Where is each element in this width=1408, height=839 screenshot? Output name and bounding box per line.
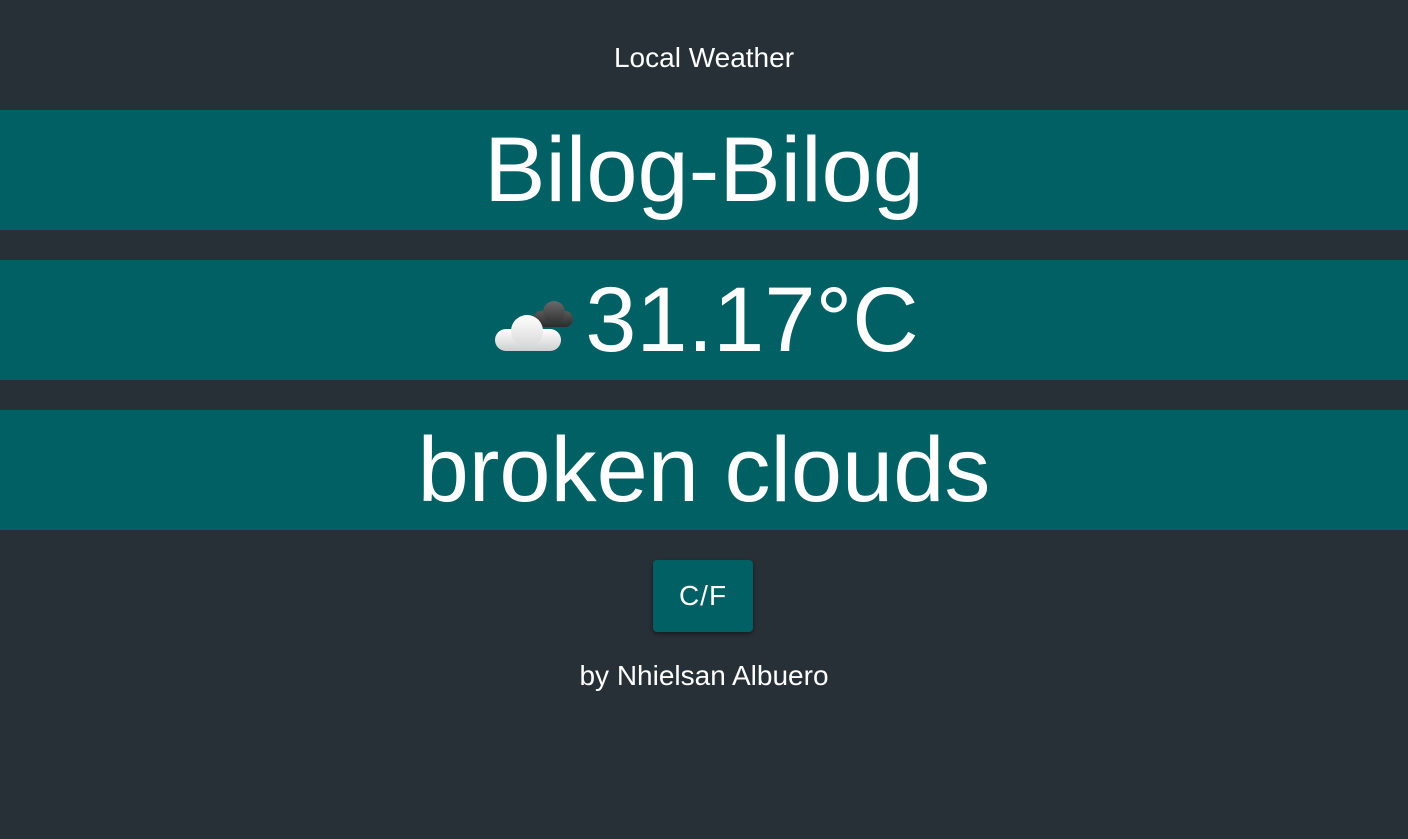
temperature-band: 31.17°C: [0, 260, 1408, 380]
broken-clouds-icon: [489, 295, 581, 355]
weather-description: broken clouds: [417, 419, 991, 521]
author-credit: by Nhielsan Albuero: [579, 660, 829, 691]
app-title: Local Weather: [613, 42, 795, 73]
weather-app: Local Weather Bilog-Bilog 31.17°C broken…: [0, 0, 1408, 839]
unit-toggle-button[interactable]: C/F: [653, 560, 753, 632]
description-band: broken clouds: [0, 410, 1408, 530]
city-band: Bilog-Bilog: [0, 110, 1408, 230]
city-name: Bilog-Bilog: [484, 119, 924, 221]
temperature-value: 31.17°C: [585, 269, 919, 371]
